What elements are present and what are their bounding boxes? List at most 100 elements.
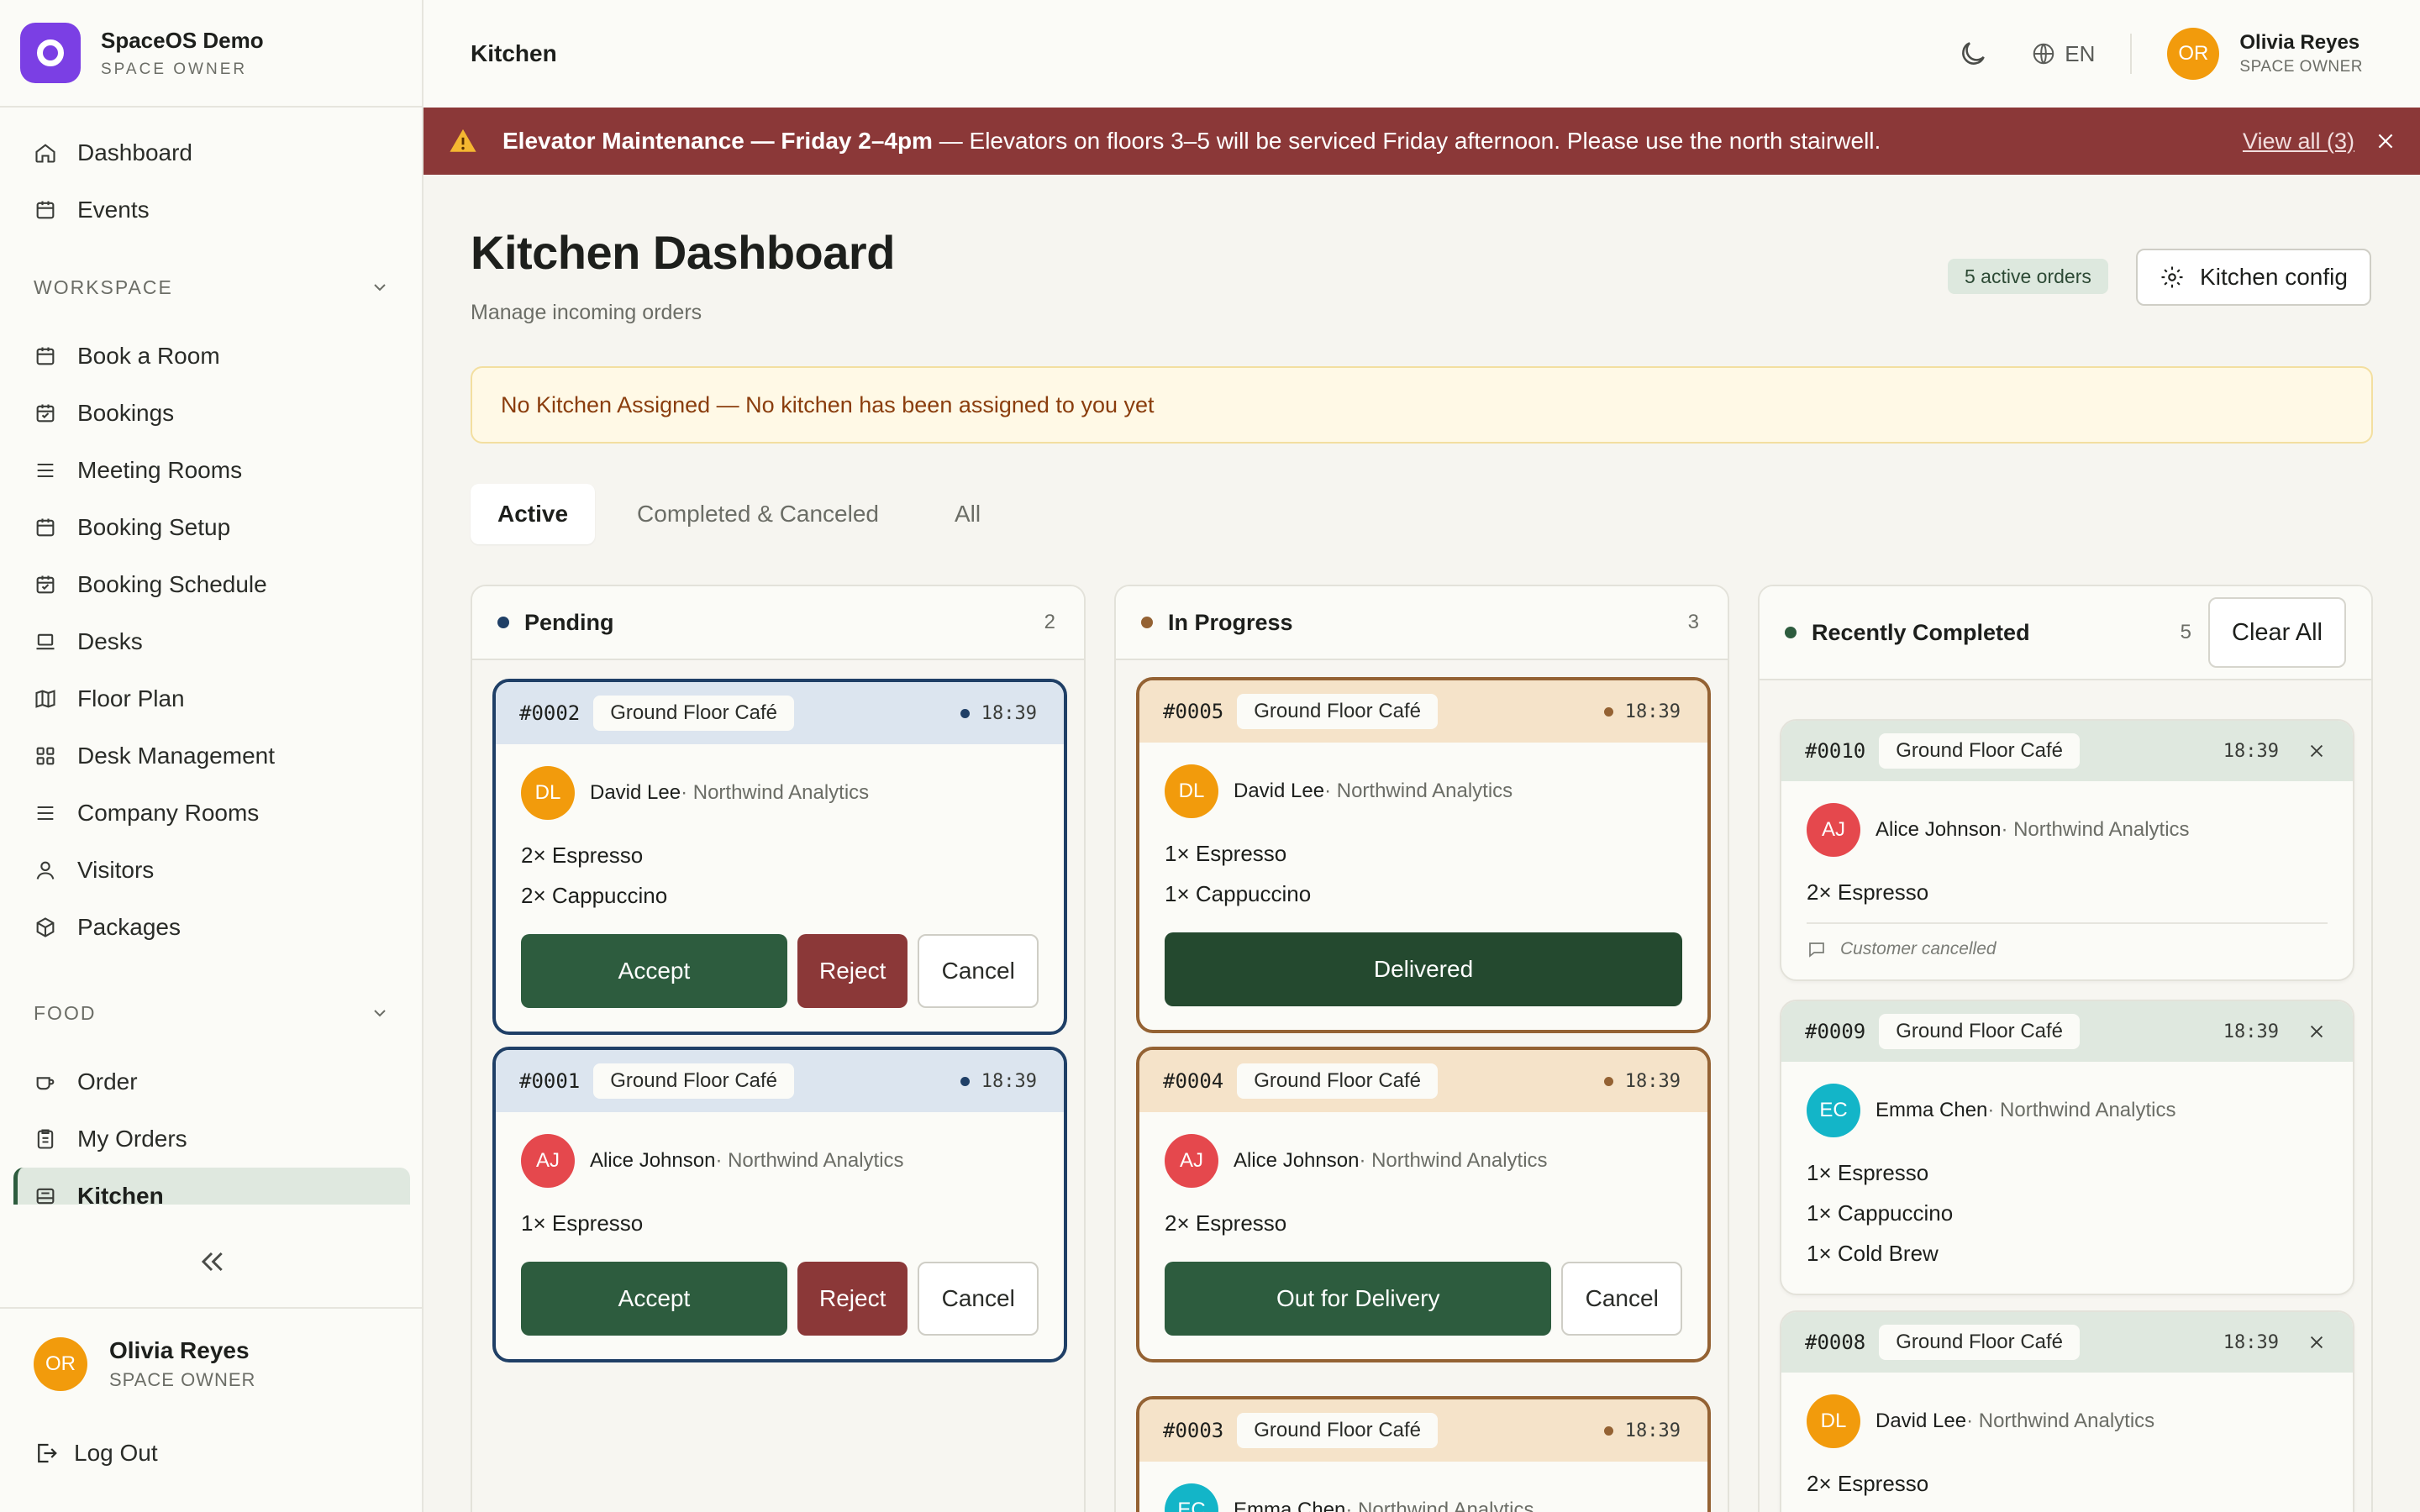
sidebar-item-order[interactable]: Order (13, 1053, 410, 1110)
accept-button[interactable]: Accept (521, 934, 787, 1008)
sidebar-item-label: Floor Plan (77, 685, 185, 711)
accept-button[interactable]: Accept (521, 1262, 787, 1336)
moon-icon[interactable] (1957, 38, 1989, 70)
order-time-text: 18:39 (981, 1070, 1037, 1092)
brand-header[interactable]: SpaceOS Demo SPACE OWNER (0, 0, 422, 108)
sidebar-item-meeting-rooms[interactable]: Meeting Rooms (13, 442, 410, 499)
location-badge: Ground Floor Café (593, 696, 795, 731)
sidebar-item-label: Booking Setup (77, 514, 231, 540)
section-title: FOOD (34, 1001, 97, 1024)
sidebar-item-bookings[interactable]: Bookings (13, 385, 410, 442)
collapse-sidebar-icon[interactable] (195, 1245, 229, 1278)
column-title: In Progress (1168, 609, 1293, 635)
customer-name: Alice Johnson (590, 1149, 716, 1172)
topbar-user[interactable]: Olivia Reyes SPACE OWNER (2239, 31, 2363, 76)
close-icon[interactable] (2307, 742, 2326, 760)
sidebar-item-desks[interactable]: Desks (13, 613, 410, 670)
divider (2130, 34, 2133, 74)
column-header: Recently Completed 5 Clear All (1760, 586, 2371, 680)
order-item: 2× Espresso (521, 842, 644, 868)
close-icon[interactable] (2307, 1022, 2326, 1041)
top-bar: Kitchen EN OR Olivia Reyes SPACE OWNER (424, 0, 2420, 108)
order-card[interactable]: #0005 Ground Floor Café 18:39 DL David L… (1136, 677, 1711, 1033)
logout-button[interactable]: Log Out (34, 1440, 158, 1467)
sidebar-nav: Dashboard Events WORKSPACE Book a Room B… (0, 108, 424, 1205)
kitchen-config-button[interactable]: Kitchen config (2136, 249, 2371, 306)
sidebar-item-floor-plan[interactable]: Floor Plan (13, 670, 410, 727)
user-role: SPACE OWNER (109, 1369, 256, 1390)
nav-section-food[interactable]: FOOD (13, 973, 410, 1053)
view-all-link[interactable]: View all (3) (2243, 129, 2354, 155)
language-selector[interactable]: EN (2031, 41, 2095, 67)
out-for-delivery-button[interactable]: Out for Delivery (1165, 1262, 1552, 1336)
sidebar-item-visitors[interactable]: Visitors (13, 842, 410, 899)
time-dot (1603, 1425, 1613, 1436)
location-badge: Ground Floor Café (1237, 694, 1439, 729)
brand-logo-icon (20, 23, 81, 83)
customer-company: · Northwind Analytics (715, 1149, 904, 1172)
cancel-button[interactable]: Cancel (918, 1262, 1039, 1336)
order-items: 1× Espresso 1× Cappuccino (1165, 833, 1682, 914)
customer-name: Alice Johnson (1234, 1149, 1360, 1172)
order-card[interactable]: #0004 Ground Floor Café 18:39 AJ Alice J… (1136, 1047, 1711, 1362)
clear-all-button[interactable]: Clear All (2208, 597, 2346, 668)
order-card[interactable]: #0008 Ground Floor Café 18:39 DL David L… (1780, 1310, 2354, 1512)
banner-text: Elevator Maintenance — Friday 2–4pm — El… (502, 128, 1881, 155)
sidebar-item-booking-schedule[interactable]: Booking Schedule (13, 556, 410, 613)
order-id: #0008 (1805, 1331, 1866, 1354)
tab-active[interactable]: Active (471, 484, 596, 544)
sidebar-item-company-rooms[interactable]: Company Rooms (13, 785, 410, 842)
home-icon (35, 144, 55, 163)
sidebar-item-events[interactable]: Events (13, 181, 410, 239)
order-id: #0009 (1805, 1020, 1866, 1043)
avatar[interactable]: OR (2167, 28, 2220, 80)
cancel-button[interactable]: Cancel (918, 934, 1039, 1008)
customer-row: DL David Lee · Northwind Analytics (1165, 764, 1682, 818)
sidebar-item-kitchen[interactable]: Kitchen (13, 1168, 410, 1205)
order-time: 18:39 (1603, 1071, 1681, 1092)
reject-button[interactable]: Reject (797, 934, 908, 1008)
order-items: 1× Espresso (521, 1203, 1039, 1243)
topbar-title: Kitchen (471, 40, 557, 66)
order-item: 1× Espresso (521, 1210, 644, 1236)
tab-completed-canceled[interactable]: Completed & Canceled (603, 484, 913, 544)
close-icon[interactable] (2307, 1333, 2326, 1352)
order-items: 1× Espresso 1× Cappuccino 1× Cold Brew (1807, 1152, 2328, 1273)
order-items: 2× Espresso (1807, 1463, 2328, 1504)
order-card[interactable]: #0001 Ground Floor Café 18:39 AJ Alice J… (492, 1047, 1067, 1362)
order-card[interactable]: #0010 Ground Floor Café 18:39 AJ Alice J… (1780, 719, 2354, 981)
order-card[interactable]: #0003 Ground Floor Café 18:39 EC Emma Ch… (1136, 1396, 1711, 1512)
sidebar-item-label: Order (77, 1068, 138, 1095)
tab-all[interactable]: All (921, 484, 1014, 544)
sidebar-item-my-orders[interactable]: My Orders (13, 1110, 410, 1168)
avatar: AJ (1807, 803, 1860, 857)
warning-icon (450, 129, 476, 152)
sidebar-item-dashboard[interactable]: Dashboard (13, 124, 410, 181)
order-card[interactable]: #0009 Ground Floor Café 18:39 EC Emma Ch… (1780, 1000, 2354, 1295)
order-note: Customer cancelled (1807, 922, 2328, 959)
order-items: 2× Espresso (1807, 872, 2328, 912)
customer-name: David Lee (590, 781, 681, 804)
sidebar-item-book-a-room[interactable]: Book a Room (13, 328, 410, 385)
order-item: 2× Cappuccino (521, 882, 668, 908)
sidebar-user-profile[interactable]: OR Olivia Reyes SPACE OWNER (0, 1307, 424, 1420)
delivered-button[interactable]: Delivered (1165, 932, 1682, 1006)
announcement-banner: Elevator Maintenance — Friday 2–4pm — El… (424, 108, 2420, 175)
customer-row: AJ Alice Johnson · Northwind Analytics (521, 1134, 1039, 1188)
location-badge: Ground Floor Café (1879, 1325, 2081, 1360)
cancel-button[interactable]: Cancel (1561, 1262, 1682, 1336)
order-card-header: #0002 Ground Floor Café 18:39 (496, 682, 1064, 744)
order-card[interactable]: #0002 Ground Floor Café 18:39 DL David L… (492, 679, 1067, 1035)
reject-button[interactable]: Reject (797, 1262, 908, 1336)
customer-name: Emma Chen (1234, 1499, 1346, 1512)
sidebar-item-packages[interactable]: Packages (13, 899, 410, 956)
sidebar-item-booking-setup[interactable]: Booking Setup (13, 499, 410, 556)
status-dot (1785, 627, 1797, 638)
calendar-icon (36, 518, 55, 537)
nav-section-workspace[interactable]: WORKSPACE (13, 247, 410, 328)
sidebar-item-desk-management[interactable]: Desk Management (13, 727, 410, 785)
close-icon[interactable] (2375, 130, 2396, 152)
order-time: 18:39 (960, 703, 1037, 724)
sidebar-item-label: Desks (77, 628, 143, 654)
list-icon (37, 806, 54, 821)
